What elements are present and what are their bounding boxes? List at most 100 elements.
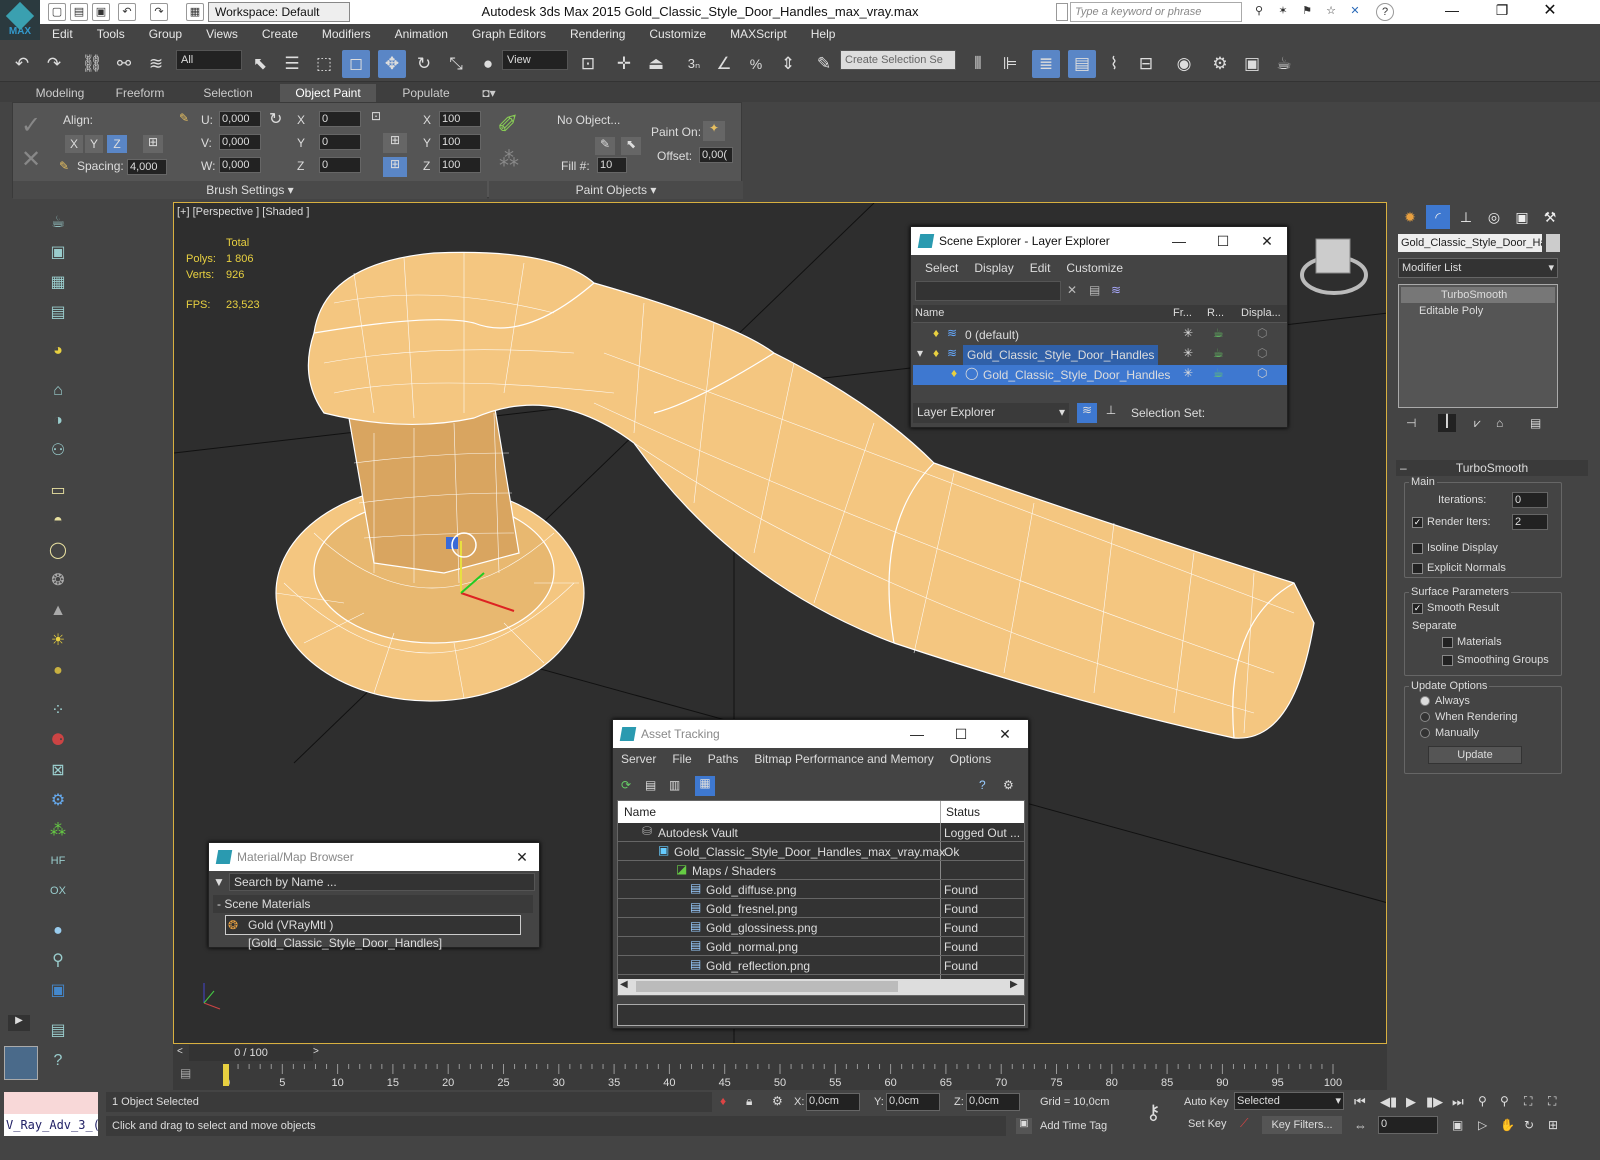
- select-and-move-icon[interactable]: ✥: [378, 50, 406, 78]
- col-render[interactable]: R...: [1207, 307, 1224, 319]
- display-box-icon[interactable]: ⬡: [1257, 326, 1267, 340]
- restore-icon[interactable]: ❐: [1482, 2, 1522, 22]
- sort-by-hierarchy-icon[interactable]: ⊥: [1101, 403, 1121, 423]
- smooth-result-checkbox[interactable]: ✓ Smooth Result: [1412, 602, 1499, 614]
- select-and-place-icon[interactable]: ●: [474, 50, 502, 78]
- menu-tools[interactable]: Tools: [85, 24, 137, 44]
- modify-tab-icon[interactable]: ◜: [1426, 205, 1450, 229]
- teapot-icon[interactable]: ☕: [46, 211, 70, 235]
- project-folder-icon[interactable]: ▦: [186, 3, 204, 21]
- snaps-toggle-icon[interactable]: 3ₙ: [680, 50, 708, 78]
- open-file-icon[interactable]: ▤: [70, 3, 88, 21]
- light-bulb-icon[interactable]: ◕: [46, 339, 70, 363]
- minimize-icon[interactable]: —: [897, 720, 937, 748]
- schematic-view-icon[interactable]: ⊟: [1132, 50, 1160, 78]
- selection-set-label[interactable]: Selection Set:: [1131, 406, 1205, 420]
- manipulate-icon[interactable]: ✛: [610, 50, 638, 78]
- paint-fill-icon[interactable]: ⁂: [499, 147, 519, 172]
- menu-graph-editors[interactable]: Graph Editors: [460, 24, 558, 44]
- scene-explorer-search-input[interactable]: [915, 281, 1061, 301]
- sort-by-layer-icon[interactable]: ≋: [1077, 403, 1097, 423]
- pick-object-icon[interactable]: ✎: [595, 137, 615, 155]
- material-editor-icon[interactable]: ◉: [1170, 50, 1198, 78]
- display-box-icon[interactable]: ⬡: [1257, 366, 1267, 380]
- window-crossing-icon[interactable]: ◻: [342, 50, 370, 78]
- table-row[interactable]: ⛁ Autodesk Vault Logged Out ...: [618, 823, 1024, 842]
- rot-z-spinner[interactable]: 0: [319, 157, 361, 173]
- sphere-half-icon[interactable]: ◑: [46, 409, 70, 433]
- select-and-rotate-icon[interactable]: ↻: [410, 50, 438, 78]
- menu-animation[interactable]: Animation: [383, 24, 460, 44]
- isolate-selection-icon[interactable]: ♦: [720, 1094, 726, 1108]
- tab-object-paint[interactable]: Object Paint: [280, 84, 376, 102]
- scroll-right-icon[interactable]: ▶: [1010, 979, 1018, 990]
- time-tag-icon[interactable]: ▣: [1016, 1118, 1032, 1134]
- object-row-handles[interactable]: ♦ ◯ Gold_Classic_Style_Door_Handles ✳ ☕ …: [913, 365, 1287, 385]
- close-icon[interactable]: ✕: [1530, 0, 1570, 20]
- gear-icon[interactable]: ⚙: [46, 789, 70, 813]
- menu-views[interactable]: Views: [194, 24, 250, 44]
- paint-brush-icon[interactable]: ✐: [497, 109, 519, 140]
- paint-on-dropdown[interactable]: ✦: [703, 121, 725, 141]
- freeze-icon[interactable]: ✳: [1183, 346, 1193, 360]
- save-file-icon[interactable]: ▣: [92, 3, 110, 21]
- mesher-icon[interactable]: ⚈: [46, 729, 70, 753]
- next-frame-icon[interactable]: >: [313, 1046, 319, 1057]
- render-frame-icon[interactable]: ▣: [46, 241, 70, 265]
- key-mode-dropdown[interactable]: Selected ▾: [1234, 1092, 1344, 1110]
- freeze-icon[interactable]: ✳: [1183, 326, 1193, 340]
- v-spinner[interactable]: 0,000: [219, 134, 261, 150]
- render-teapot-icon[interactable]: ☕: [1213, 326, 1224, 340]
- mirror-icon[interactable]: ⫴: [964, 50, 992, 78]
- maxscript-listener-input[interactable]: V_Ray_Adv_3_(: [4, 1114, 98, 1136]
- spinner-snap-icon[interactable]: ⇕: [774, 50, 802, 78]
- x-coord-field[interactable]: 0,0cm: [806, 1093, 860, 1111]
- scale-uniform-icon[interactable]: ⊞: [383, 133, 407, 153]
- named-selection-set-dropdown[interactable]: Create Selection Se: [840, 50, 956, 70]
- plane-icon[interactable]: ▭: [46, 479, 70, 503]
- rendered-frame-window-icon[interactable]: ▣: [1238, 50, 1266, 78]
- isoline-display-checkbox[interactable]: Isoline Display: [1412, 542, 1498, 554]
- motion-tab-icon[interactable]: ◎: [1482, 205, 1506, 229]
- percent-snap-icon[interactable]: %: [742, 50, 770, 78]
- camera-icon[interactable]: ⌂: [46, 379, 70, 403]
- sphere-icon[interactable]: ◯: [46, 539, 70, 563]
- update-when-rendering-radio[interactable]: When Rendering: [1420, 711, 1518, 723]
- ball-icon[interactable]: ●: [46, 659, 70, 683]
- table-row[interactable]: ▤ Gold_fresnel.png Found: [618, 899, 1024, 918]
- maximize-icon[interactable]: ☐: [1203, 227, 1243, 255]
- tab-selection[interactable]: Selection: [188, 84, 268, 102]
- commit-check-icon[interactable]: ✓: [21, 111, 41, 140]
- selection-lock-icon[interactable]: 🔒︎: [746, 1094, 752, 1109]
- se-menu-edit[interactable]: Edit: [1022, 261, 1059, 275]
- create-tab-icon[interactable]: ✹: [1398, 205, 1422, 229]
- render-iters-checkbox[interactable]: ✓ Render Iters:: [1412, 516, 1491, 528]
- open-mini-curve-editor-icon[interactable]: ▤: [180, 1066, 191, 1080]
- browser-options-icon[interactable]: ▼: [213, 875, 225, 889]
- play-icon[interactable]: ▶: [1406, 1094, 1416, 1110]
- menu-edit[interactable]: Edit: [40, 24, 85, 44]
- ox-icon[interactable]: OX: [46, 879, 70, 903]
- select-object-icon[interactable]: ⬉: [246, 50, 274, 78]
- keyboard-shortcut-override-icon[interactable]: ⏏: [642, 50, 670, 78]
- pick-list-icon[interactable]: ⬉: [621, 137, 641, 155]
- show-end-result-icon[interactable]: ┃: [1438, 414, 1456, 432]
- light-bulb-icon[interactable]: ♦: [951, 366, 957, 380]
- workspace-dropdown[interactable]: Workspace: Default: [208, 2, 350, 22]
- select-and-scale-icon[interactable]: ⤡: [442, 50, 470, 78]
- align-y-button[interactable]: Y: [85, 135, 103, 153]
- table-row[interactable]: ▤ Gold_reflection.png Found: [618, 956, 1024, 975]
- bind-space-warp-icon[interactable]: ≋: [142, 50, 170, 78]
- w-spinner[interactable]: 0,000: [219, 157, 261, 173]
- add-time-tag-button[interactable]: Add Time Tag: [1040, 1120, 1107, 1132]
- table-row[interactable]: ▤ Gold_diffuse.png Found: [618, 880, 1024, 899]
- layer-row-default[interactable]: ♦ ≋ 0 (default) ✳ ☕ ⬡: [913, 325, 1287, 345]
- go-to-start-icon[interactable]: ⏮: [1354, 1094, 1366, 1110]
- at-menu-server[interactable]: Server: [613, 752, 664, 766]
- stack-item-turbosmooth[interactable]: TurboSmooth: [1401, 287, 1555, 303]
- table-row[interactable]: ▤ Gold_normal.png Found: [618, 937, 1024, 956]
- close-icon[interactable]: ✕: [1247, 227, 1287, 255]
- refresh-icon[interactable]: ⟳: [621, 778, 631, 792]
- horizontal-scrollbar[interactable]: ◀ ▶: [618, 979, 1024, 995]
- align-normal-icon[interactable]: ⊞: [143, 135, 163, 153]
